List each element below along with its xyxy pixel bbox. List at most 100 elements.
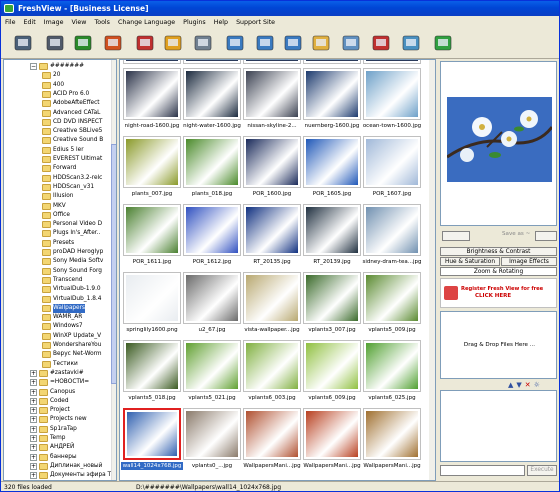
thumbnail[interactable] <box>363 340 421 392</box>
tree-item[interactable]: HDDScan3.2-relc <box>42 174 102 183</box>
tree-scroll-thumb[interactable] <box>111 144 116 384</box>
menu-edit[interactable]: Edit <box>20 16 40 29</box>
tree-item[interactable]: + АНДРЕЙ <box>30 443 74 452</box>
thumbnail[interactable] <box>243 68 301 120</box>
menu-support-site[interactable]: Support Site <box>232 16 279 29</box>
thumbnail[interactable] <box>363 204 421 256</box>
tree-item[interactable]: HDDScan_v31 <box>42 183 94 192</box>
menu-change-language[interactable]: Change Language <box>114 16 179 29</box>
tree-item[interactable]: Illusion <box>42 192 73 201</box>
menu-help[interactable]: Help <box>210 16 232 29</box>
thumbnail[interactable] <box>303 408 361 460</box>
thumbnail[interactable] <box>363 60 421 64</box>
thumbnail[interactable] <box>303 272 361 324</box>
thumbnail[interactable] <box>123 408 181 460</box>
expand-toggle[interactable]: + <box>30 425 37 433</box>
move-down-icon[interactable]: ▼ <box>516 381 524 389</box>
slideshow-icon[interactable] <box>339 31 363 55</box>
tree-item[interactable]: Office <box>42 211 70 220</box>
expand-toggle[interactable]: + <box>30 462 37 470</box>
thumbnail[interactable] <box>183 272 241 324</box>
thumbnail-grid[interactable]: night-road-1600.jpg night-water-1600.jpg n… <box>119 59 436 481</box>
thumbnail[interactable] <box>303 204 361 256</box>
select-icon[interactable] <box>369 31 393 55</box>
expand-toggle[interactable]: − <box>30 63 37 70</box>
thumbnail[interactable] <box>303 60 361 64</box>
tree-item[interactable]: 20 <box>42 71 60 80</box>
image-list-icon[interactable] <box>281 31 305 55</box>
expand-toggle[interactable]: + <box>30 397 37 405</box>
width-field[interactable] <box>442 231 470 241</box>
tree-item[interactable]: VirtualDub_1.8.4 <box>42 295 101 304</box>
tree-item[interactable]: + Диплинак_новый <box>30 462 102 471</box>
thumbnail[interactable] <box>123 272 181 324</box>
image-transfer-icon[interactable] <box>309 31 333 55</box>
expand-toggle[interactable]: + <box>30 388 37 396</box>
tree-item[interactable]: + Coded <box>30 397 69 406</box>
tree-item[interactable]: + Temp <box>30 434 65 443</box>
expand-toggle[interactable]: + <box>30 453 37 461</box>
tree-item[interactable]: + Projects new <box>30 415 87 424</box>
tree-item[interactable]: Sony Media Softv <box>42 257 103 266</box>
tree-item[interactable]: Bepyc Net-Worm <box>42 350 102 359</box>
tree-item[interactable]: Presets <box>42 239 74 248</box>
tree-item[interactable]: WinXP Update_V <box>42 332 101 341</box>
tree-item[interactable]: Forward <box>42 164 76 173</box>
menu-view[interactable]: View <box>67 16 90 29</box>
thumbnail[interactable] <box>123 68 181 120</box>
thumbnail[interactable] <box>243 136 301 188</box>
thumbnail[interactable] <box>123 340 181 392</box>
expand-toggle[interactable]: + <box>30 379 37 387</box>
thumbnail[interactable] <box>243 340 301 392</box>
brightness-contrast-button[interactable]: Brightness & Contrast <box>440 247 557 256</box>
folder-tree[interactable]: − ####### 20 400 ACID Pro 6.0 AdobeAfteEffect… <box>3 59 117 481</box>
tree-item[interactable]: + Sp1raTap <box>30 425 77 434</box>
tree-item[interactable]: Wallpapers <box>42 303 86 313</box>
tree-item[interactable]: Transcend <box>42 276 82 285</box>
hue-saturation-tab[interactable]: Hue & Saturation <box>440 257 500 266</box>
tree-item[interactable]: − ####### <box>30 62 84 71</box>
copy-icon[interactable] <box>191 31 215 55</box>
action-select[interactable] <box>440 465 525 476</box>
tree-item[interactable]: + Документы эфира Т <box>30 471 111 480</box>
grid-scrollbar[interactable] <box>429 60 435 480</box>
tree-item[interactable]: Plugs In's_After.. <box>42 229 100 238</box>
expand-toggle[interactable]: + <box>30 444 37 452</box>
tree-item[interactable]: + =НОВОСТИ= <box>30 378 89 387</box>
menu-file[interactable]: File <box>1 16 20 29</box>
thumbnail[interactable] <box>243 272 301 324</box>
zoom-rotating-tab[interactable]: Zoom & Rotating <box>440 267 557 276</box>
thumbnail[interactable] <box>363 408 421 460</box>
thumbnail[interactable] <box>243 408 301 460</box>
thumbnail[interactable] <box>123 204 181 256</box>
menu-tools[interactable]: Tools <box>90 16 114 29</box>
tree-item[interactable]: Personal Video D <box>42 220 102 229</box>
folder-export-icon[interactable] <box>101 31 125 55</box>
thumbnail[interactable] <box>243 60 301 64</box>
tree-item[interactable]: VirtualDub-1.9.0 <box>42 285 101 294</box>
tree-item[interactable]: WondershareYou <box>42 341 101 350</box>
thumbnail[interactable] <box>303 136 361 188</box>
expand-toggle[interactable]: + <box>30 472 37 480</box>
image-icon[interactable] <box>223 31 247 55</box>
print-icon[interactable] <box>43 31 67 55</box>
thumbnail[interactable] <box>243 204 301 256</box>
image-effects-tab[interactable]: Image Effects <box>501 257 557 266</box>
expand-toggle[interactable]: + <box>30 416 37 424</box>
tree-item[interactable]: MKV <box>42 202 66 211</box>
thumbnail[interactable] <box>303 340 361 392</box>
register-banner[interactable]: Register Fresh View for free CLICK HERE <box>440 278 557 308</box>
tree-item[interactable]: + баннеры <box>30 453 77 462</box>
tree-item[interactable]: 400 <box>42 81 64 90</box>
options-icon[interactable]: ☼ <box>534 381 543 389</box>
tree-item[interactable]: proDAD Heroglyp <box>42 248 103 257</box>
thumbnail[interactable] <box>183 136 241 188</box>
execute-button[interactable]: Execute <box>527 465 557 476</box>
expand-toggle[interactable]: + <box>30 407 37 415</box>
thumbnail[interactable] <box>183 68 241 120</box>
expand-toggle[interactable]: + <box>30 369 37 377</box>
expand-toggle[interactable]: + <box>30 435 37 442</box>
tree-item[interactable]: ACID Pro 6.0 <box>42 90 89 99</box>
tree-item[interactable]: Sony Sound Forg <box>42 267 102 276</box>
thumbnail[interactable] <box>183 60 241 64</box>
